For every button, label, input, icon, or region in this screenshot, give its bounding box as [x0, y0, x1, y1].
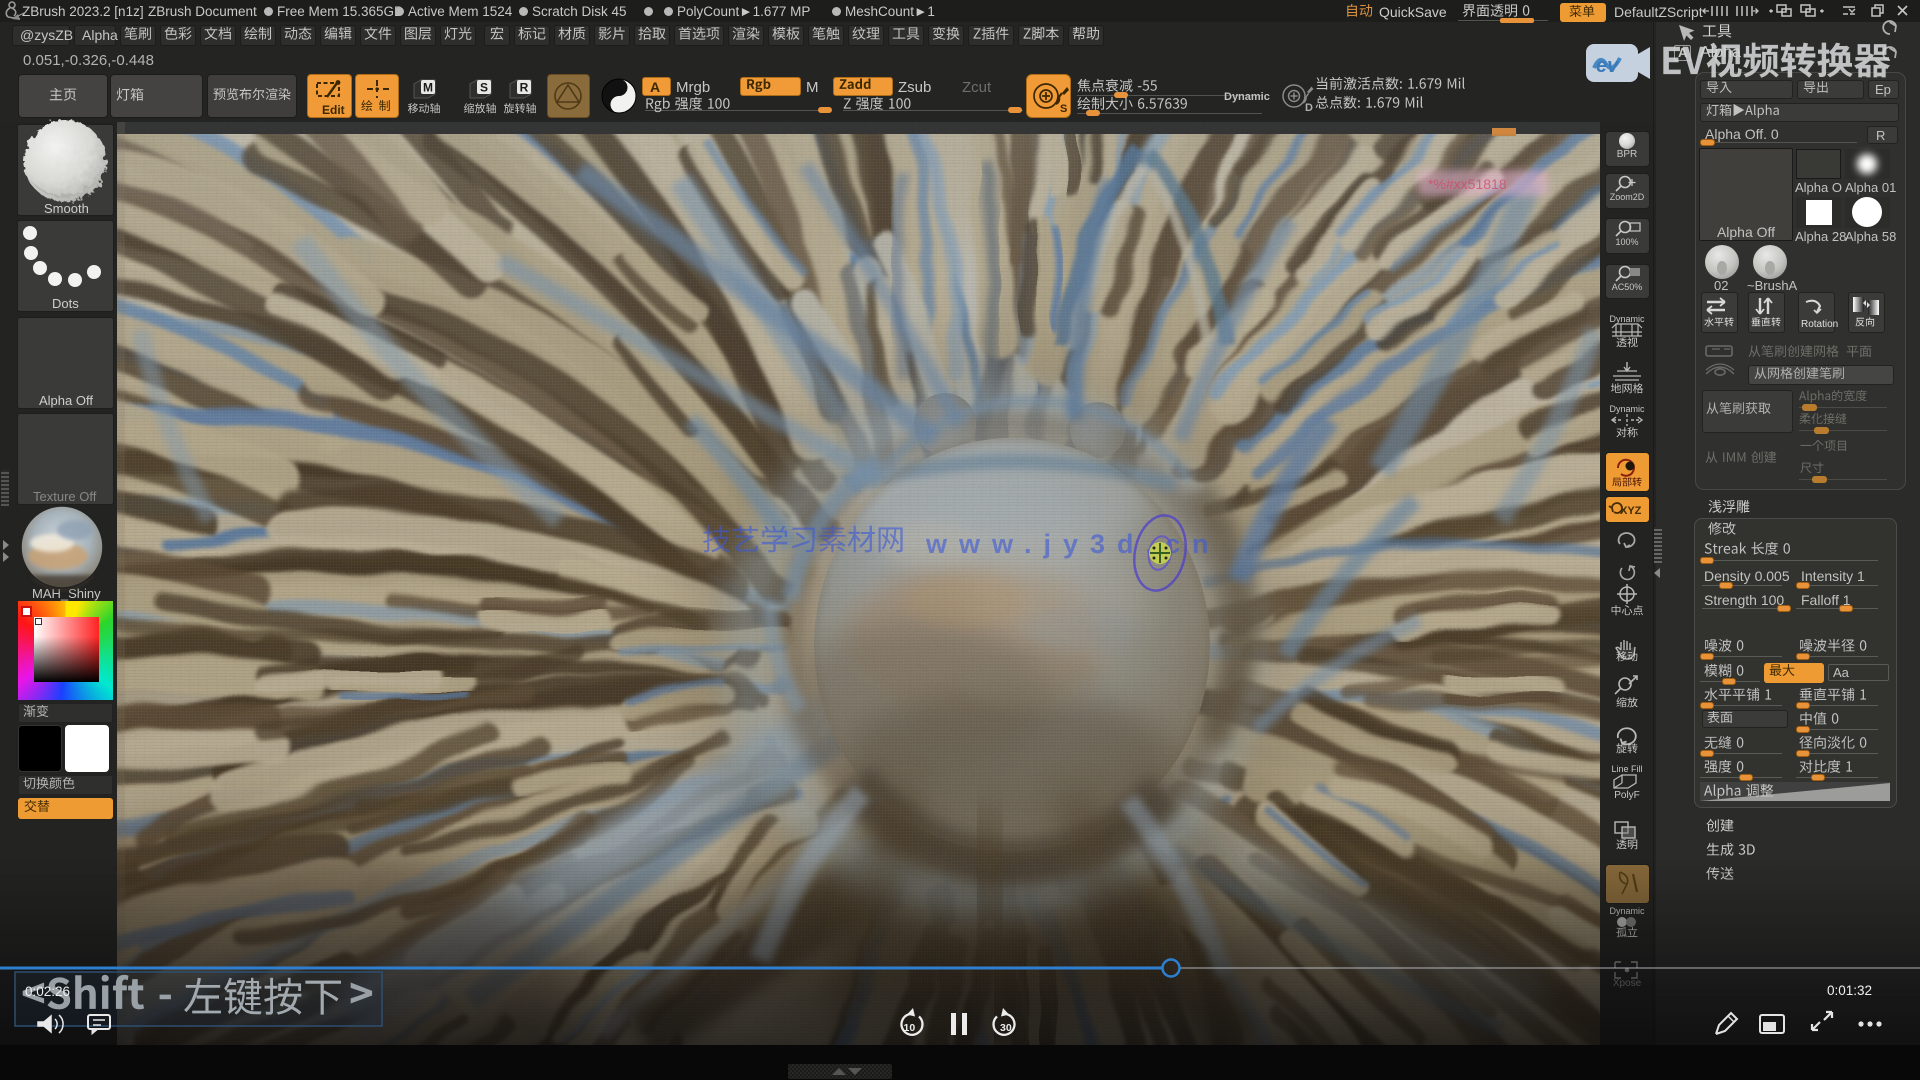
- svg-text:0:01:32: 0:01:32: [1827, 983, 1872, 998]
- svg-text:0:02:26: 0:02:26: [25, 984, 70, 999]
- svg-text:30: 30: [1000, 1022, 1012, 1034]
- svg-text:10: 10: [904, 1022, 916, 1034]
- svg-text:ev: ev: [1596, 55, 1620, 77]
